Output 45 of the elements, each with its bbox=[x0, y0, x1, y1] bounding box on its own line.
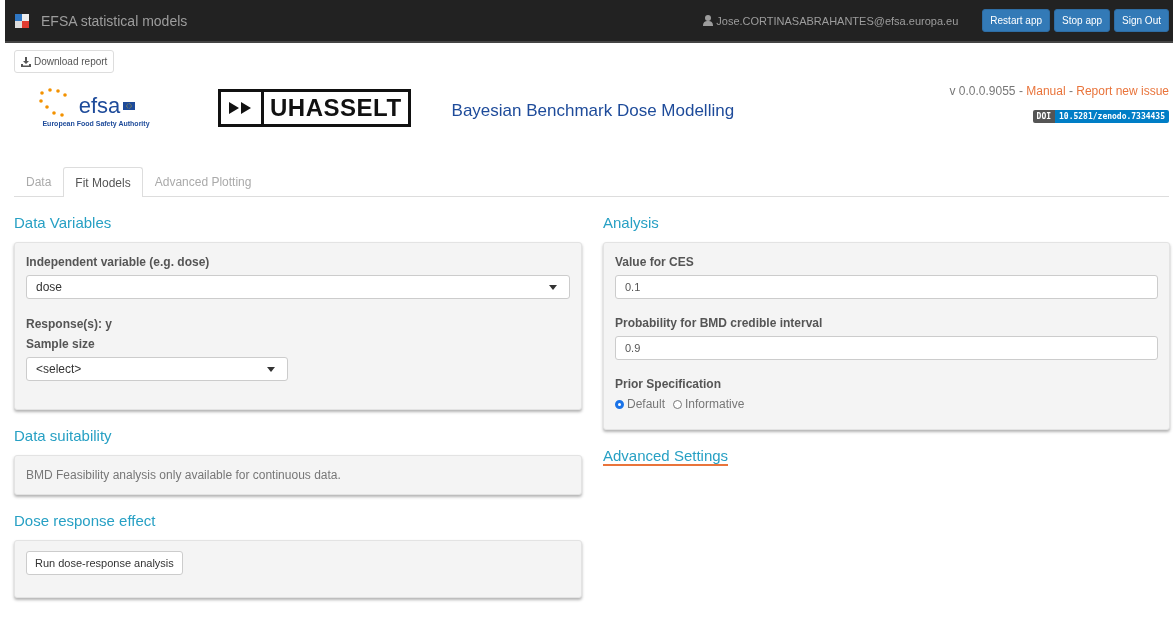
app-title: EFSA statistical models bbox=[41, 12, 188, 29]
message-text: BMD Feasibility analysis only available for continuous data. bbox=[26, 468, 341, 482]
response-text: Response(s): y bbox=[26, 317, 114, 331]
app-logo-icon bbox=[15, 13, 29, 28]
radio-label[interactable]: Informative bbox=[685, 397, 745, 411]
radio-label[interactable]: Default bbox=[627, 397, 666, 411]
navbar-button[interactable]: Restart app bbox=[982, 9, 1051, 32]
caret-icon bbox=[549, 284, 557, 290]
separator-text: - bbox=[1018, 84, 1023, 98]
user-icon bbox=[703, 15, 714, 26]
manual-link[interactable]: Manual bbox=[1026, 84, 1066, 98]
page-title: Bayesian Benchmark Dose Modelling bbox=[451, 101, 735, 121]
caret-icon bbox=[267, 366, 275, 372]
field-label: Probability for BMD credible interval bbox=[615, 316, 824, 330]
fast-forward-icon bbox=[229, 102, 253, 114]
field-label: Sample size bbox=[26, 337, 96, 351]
tab[interactable]: Fit Models bbox=[63, 167, 143, 197]
dropdown[interactable]: <select> bbox=[26, 357, 288, 381]
download-report-button[interactable]: Download report bbox=[14, 50, 115, 73]
report-issue-link[interactable]: Report new issue bbox=[1076, 84, 1169, 98]
efsa-logo-text: efsa bbox=[78, 95, 121, 117]
download-icon bbox=[21, 56, 31, 67]
user-email: Jose.CORTINASABRAHANTES@efsa.europa.eu bbox=[716, 14, 959, 27]
version-text: v 0.0.0.9055 bbox=[949, 84, 1016, 98]
section-heading: Data Variables bbox=[14, 214, 113, 231]
input-field[interactable]: 0.1 bbox=[615, 275, 1158, 299]
eu-flag-icon bbox=[123, 102, 136, 110]
navbar-button[interactable]: Sign Out bbox=[1114, 9, 1169, 32]
field-label: Value for CES bbox=[615, 255, 695, 269]
field-label: Prior Specification bbox=[615, 377, 723, 391]
separator-text: - bbox=[1068, 84, 1073, 98]
section-heading: Dose response effect bbox=[14, 512, 157, 529]
tab[interactable]: Advanced Plotting bbox=[142, 167, 264, 196]
field-label: Independent variable (e.g. dose) bbox=[26, 255, 211, 269]
radio-button[interactable] bbox=[673, 399, 683, 409]
run-analysis-button[interactable]: Run dose-response analysis bbox=[26, 551, 183, 575]
section-heading: Data suitability bbox=[14, 427, 113, 444]
advanced-settings-link[interactable]: Advanced Settings bbox=[603, 447, 729, 466]
radio-button[interactable] bbox=[615, 399, 624, 409]
input-field[interactable]: 0.9 bbox=[615, 336, 1158, 360]
navbar-button[interactable]: Stop app bbox=[1054, 9, 1111, 32]
section-heading: Analysis bbox=[603, 214, 660, 231]
tab[interactable]: Data bbox=[14, 167, 64, 196]
dropdown[interactable]: dose bbox=[26, 275, 570, 299]
uhasselt-logo: UHASSELT bbox=[218, 89, 411, 127]
